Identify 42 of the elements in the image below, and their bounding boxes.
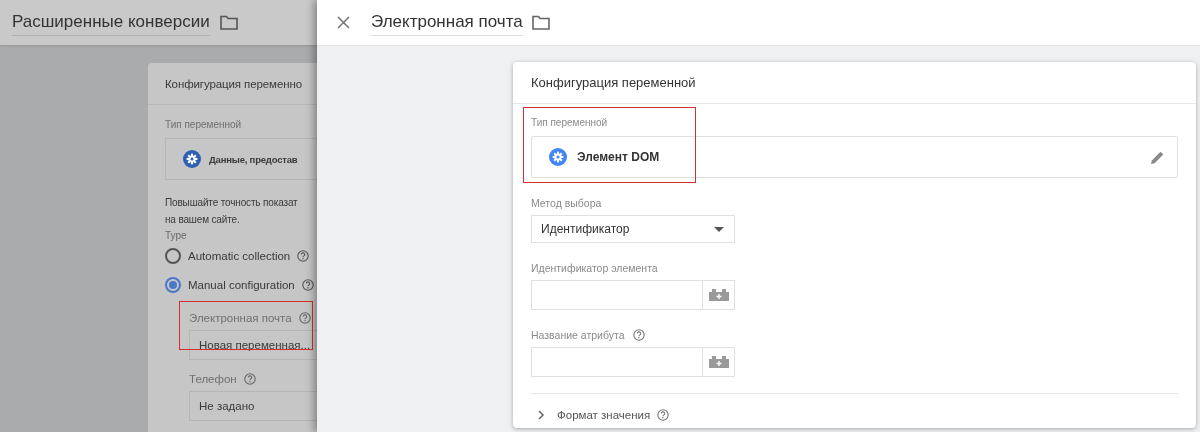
section-toggle[interactable]: Формат значения (557, 409, 651, 421)
gear-icon (549, 148, 567, 166)
variable-type-selector[interactable]: Элемент DOM (531, 136, 1178, 178)
help-icon[interactable] (243, 373, 256, 385)
field-label: Электронная почта (189, 312, 292, 324)
radio-button[interactable] (165, 276, 181, 293)
chevron-icon[interactable] (537, 410, 545, 420)
help-icon[interactable] (657, 409, 670, 421)
container-title[interactable]: Расширенные конверсии (12, 9, 210, 36)
radio-button[interactable] (165, 247, 181, 264)
help-icon[interactable] (298, 312, 311, 324)
field-label: Телефон (189, 373, 237, 385)
field-label: Название атрибута (531, 329, 625, 341)
gear-icon (183, 150, 201, 168)
variable-picker-button[interactable] (703, 347, 735, 377)
help-icon[interactable] (632, 329, 645, 341)
field-label: Идентификатор элемента (531, 262, 658, 274)
close-icon[interactable] (337, 16, 350, 29)
variable-title[interactable]: Электронная почта (371, 9, 523, 36)
field-label: Метод выбора (531, 197, 602, 209)
field-label: Type (165, 230, 188, 241)
brick-icon (708, 289, 729, 301)
edit-icon[interactable] (1150, 149, 1165, 165)
dropdown[interactable]: Идентификатор (531, 215, 735, 243)
caret-icon (714, 226, 724, 232)
description-text: на вашем сайте. (165, 213, 241, 227)
help-icon[interactable] (301, 278, 314, 291)
brick-icon (708, 356, 729, 368)
radio-label: Automatic collection (188, 249, 291, 262)
variable-picker-button[interactable] (703, 280, 735, 310)
description-text: Повышайте точность показат (165, 196, 299, 210)
card-title: Конфигурация переменно (165, 77, 302, 90)
variable-select[interactable]: Не задано (189, 391, 317, 421)
card-title: Конфигурация переменной (531, 75, 696, 90)
radio-label: Manual configuration (188, 278, 295, 291)
help-icon[interactable] (297, 249, 310, 262)
folder-icon[interactable] (531, 15, 550, 30)
field-label: Тип переменной (165, 119, 243, 130)
input-field[interactable] (531, 280, 703, 310)
field-label: Тип переменной (531, 117, 609, 128)
input-field[interactable] (531, 347, 703, 377)
folder-icon[interactable] (219, 15, 238, 30)
